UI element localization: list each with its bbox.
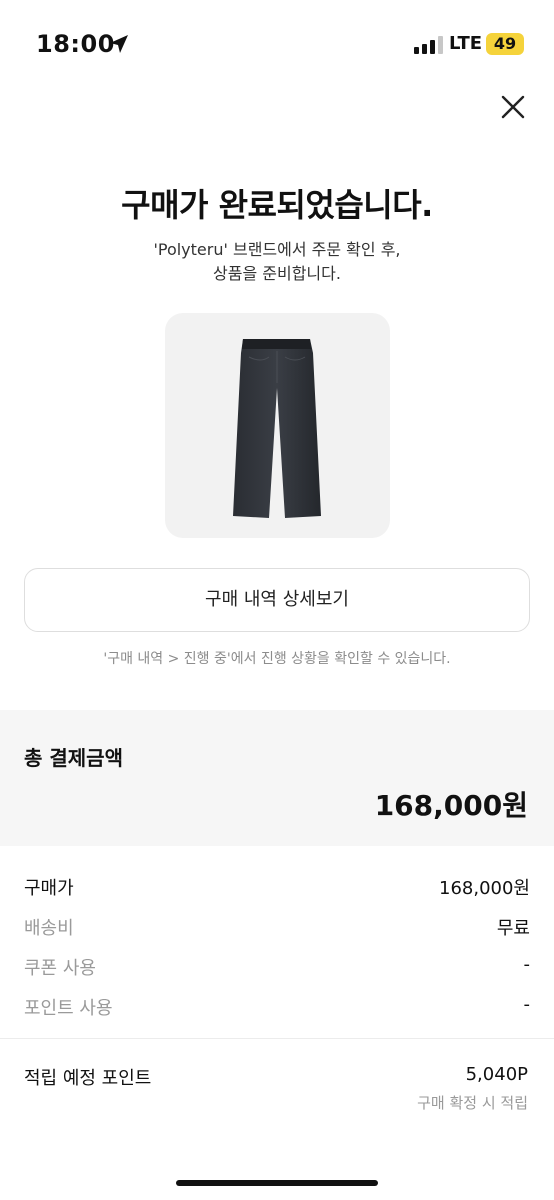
row-label: 포인트 사용 bbox=[24, 998, 113, 1019]
subtitle: 'Polyteru' 브랜드에서 주문 확인 후, 상품을 준비합니다. bbox=[0, 238, 554, 286]
product-image bbox=[165, 313, 390, 538]
network-type: LTE bbox=[449, 33, 483, 54]
row-value: - bbox=[523, 954, 531, 975]
status-bar: 18:00 LTE 49 bbox=[0, 0, 554, 90]
signal-icon bbox=[414, 36, 443, 54]
jeans-image bbox=[233, 339, 321, 518]
section-divider bbox=[0, 1038, 554, 1039]
breakdown-row-price: 구매가 168,000원 bbox=[24, 874, 530, 902]
reward-points-label: 적립 예정 포인트 bbox=[24, 1068, 152, 1089]
row-label: 배송비 bbox=[24, 918, 74, 939]
breakdown-row-shipping: 배송비 무료 bbox=[24, 914, 530, 942]
total-payment-label: 총 결제금액 bbox=[24, 746, 123, 770]
row-value: 무료 bbox=[496, 918, 530, 939]
status-time: 18:00 bbox=[36, 30, 115, 58]
row-label: 구매가 bbox=[24, 878, 74, 899]
purchase-detail-button[interactable]: 구매 내역 상세보기 bbox=[24, 568, 530, 632]
subtitle-line-2: 상품을 준비합니다. bbox=[213, 264, 341, 283]
reward-points-note: 구매 확정 시 적립 bbox=[417, 1094, 528, 1112]
home-indicator[interactable] bbox=[176, 1180, 378, 1186]
battery-indicator: 49 bbox=[486, 33, 524, 55]
page-title: 구매가 완료되었습니다. bbox=[121, 186, 433, 224]
row-value: 168,000원 bbox=[439, 878, 530, 899]
total-payment-section: 총 결제금액 168,000원 bbox=[0, 710, 554, 846]
location-arrow-icon bbox=[110, 35, 128, 53]
progress-hint: '구매 내역 > 진행 중'에서 진행 상황을 확인할 수 있습니다. bbox=[103, 651, 451, 667]
subtitle-line-1: 'Polyteru' 브랜드에서 주문 확인 후, bbox=[153, 240, 401, 259]
reward-points-value: 5,040P bbox=[465, 1064, 528, 1085]
row-label: 쿠폰 사용 bbox=[24, 958, 96, 979]
total-payment-amount: 168,000원 bbox=[374, 789, 528, 822]
breakdown-row-points: 포인트 사용 - bbox=[24, 994, 530, 1022]
close-icon[interactable] bbox=[498, 92, 528, 122]
row-value: - bbox=[523, 994, 531, 1015]
breakdown-row-coupon: 쿠폰 사용 - bbox=[24, 954, 530, 982]
